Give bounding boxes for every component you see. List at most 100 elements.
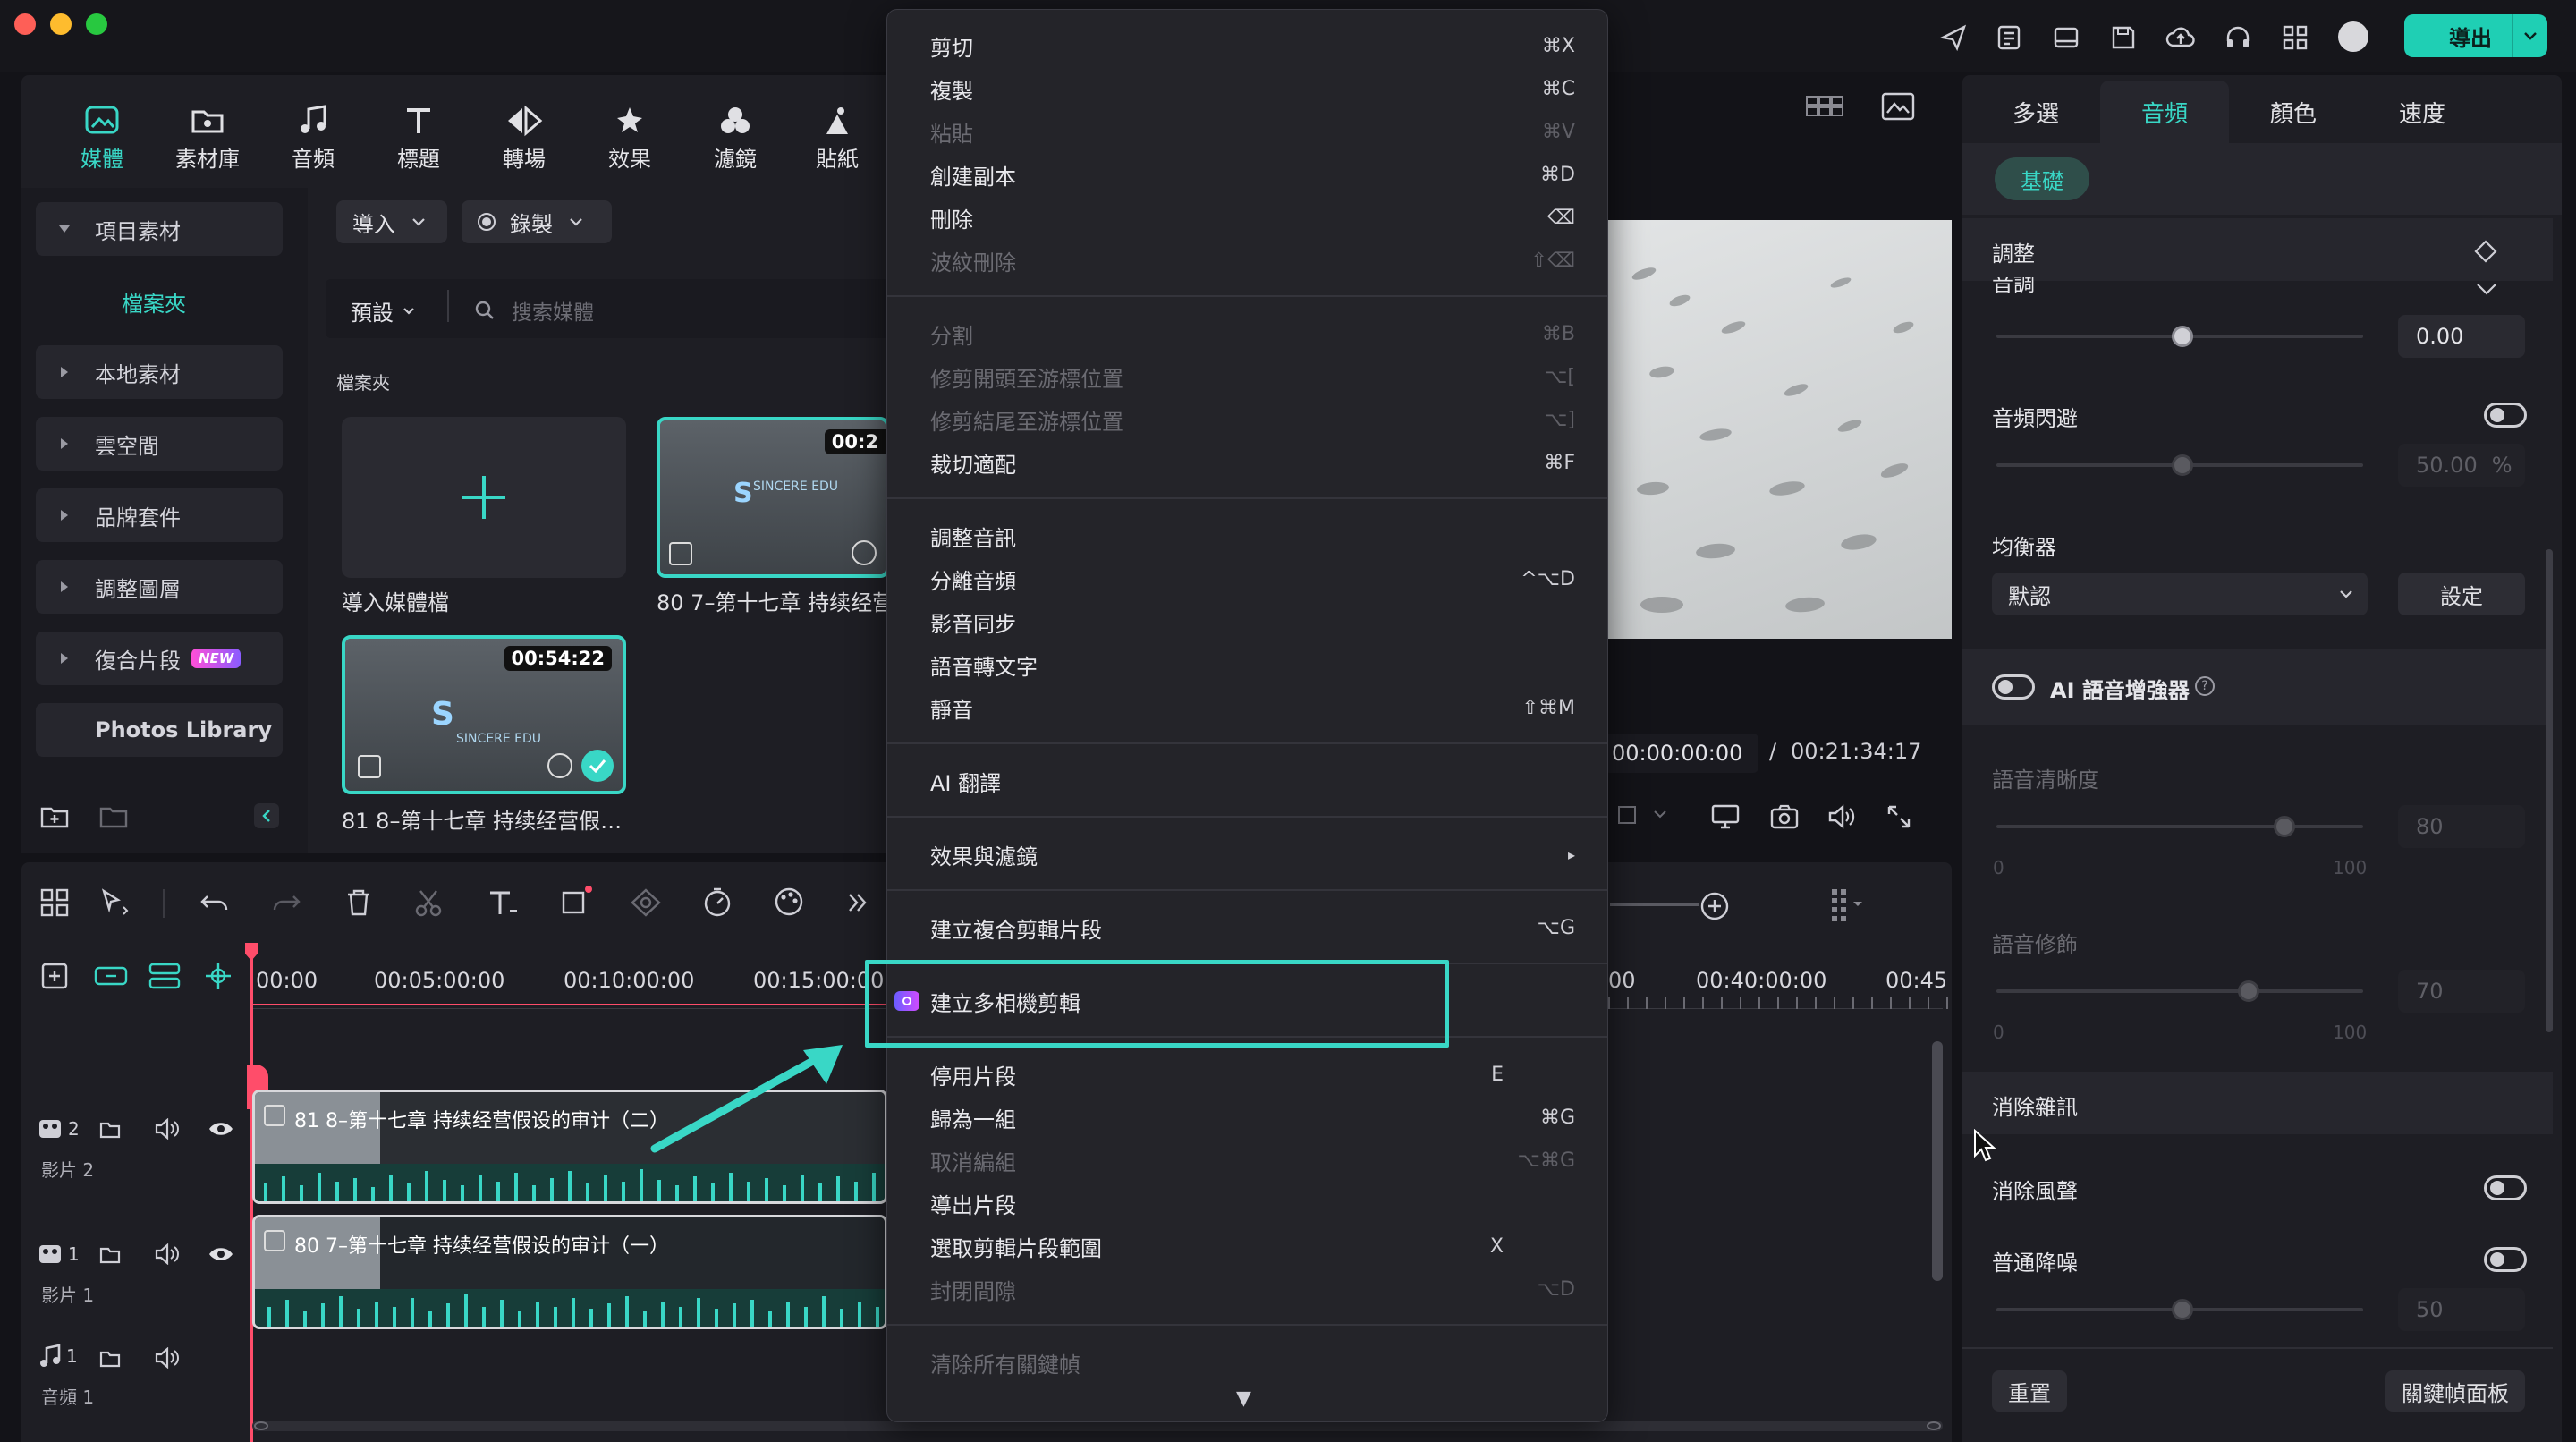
mask-tool-icon[interactable]: [630, 887, 662, 918]
grid-apps-icon[interactable]: [2279, 21, 2311, 54]
menu-item-close-gap[interactable]: 封閉間隙 ⌥D: [930, 1268, 1575, 1310]
crop-icon[interactable]: [1615, 803, 1669, 827]
layout-switch-icon[interactable]: [39, 887, 70, 918]
keyframe-diamond-icon[interactable]: [2474, 240, 2497, 263]
grid-view-icon[interactable]: [1805, 93, 1844, 120]
menu-item-copy[interactable]: 複製 ⌘C: [930, 68, 1575, 109]
beautify-value[interactable]: 70: [2398, 970, 2525, 1013]
menu-item-ripple-delete[interactable]: 波紋刪除 ⇧⌫: [930, 240, 1575, 281]
menu-item-trim-end[interactable]: 修剪結尾至游標位置 ⌥]: [930, 399, 1575, 440]
import-media-card[interactable]: [342, 417, 626, 578]
equalizer-select[interactable]: 默認: [1992, 573, 2368, 615]
maximize-window-button[interactable]: [86, 13, 107, 35]
text-tool-icon[interactable]: [487, 887, 519, 918]
wind-removal-toggle[interactable]: [2484, 1175, 2527, 1200]
tab-multi-select[interactable]: 多選: [1971, 81, 2100, 143]
add-track-icon[interactable]: [39, 961, 72, 991]
menu-item-select-clip-range[interactable]: 選取剪輯片段範圍 X: [930, 1226, 1575, 1267]
close-window-button[interactable]: [14, 13, 36, 35]
menu-item-mute[interactable]: 靜音 ⇧⌘M: [930, 687, 1575, 728]
clarity-slider[interactable]: [1996, 816, 2363, 837]
redo-icon[interactable]: [270, 889, 302, 916]
sidebar-item-adjustment-layer[interactable]: 調整圖層: [36, 560, 283, 614]
crop-tool-icon[interactable]: [558, 884, 594, 918]
export-dropdown[interactable]: [2512, 14, 2547, 57]
preset-dropdown[interactable]: 預設: [351, 295, 415, 327]
menu-item-clear-keyframes[interactable]: 清除所有關鍵幀: [930, 1342, 1575, 1383]
undo-icon[interactable]: [199, 889, 231, 916]
tab-speed[interactable]: 速度: [2358, 81, 2487, 143]
record-dropdown[interactable]: 錄製: [462, 200, 612, 243]
eye-icon[interactable]: [208, 1245, 234, 1263]
split-icon[interactable]: [413, 887, 444, 918]
menu-item-create-compound-clip[interactable]: 建立複合剪輯片段 ⌥G: [930, 907, 1575, 948]
display-icon[interactable]: [1710, 803, 1741, 830]
menu-item-export-clip[interactable]: 導出片段: [930, 1183, 1575, 1224]
subtab-basic[interactable]: 基礎: [1995, 157, 2089, 200]
task-list-icon[interactable]: [1993, 21, 2025, 54]
tool-transition[interactable]: 轉場: [481, 100, 567, 181]
menu-item-av-sync[interactable]: 影音同步: [930, 601, 1575, 642]
sidebar-item-photos-library[interactable]: Photos Library: [36, 703, 283, 757]
track-volume-icon[interactable]: [154, 1118, 181, 1140]
tool-stickers[interactable]: 貼紙: [798, 100, 877, 181]
menu-scroll-down-icon[interactable]: ▼: [1236, 1387, 1251, 1410]
menu-item-paste[interactable]: 粘貼 ⌘V: [930, 111, 1575, 152]
timeline-clip-video-1[interactable]: 80 7–第十七章 持续经营假设的审计（一）: [252, 1215, 887, 1329]
menu-item-delete[interactable]: 刪除 ⌫: [930, 197, 1575, 238]
menu-item-crop-fit[interactable]: 裁切適配 ⌘F: [930, 442, 1575, 483]
search-input[interactable]: 搜索媒體: [474, 295, 594, 326]
sidebar-item-folder[interactable]: 檔案夾: [122, 286, 186, 318]
export-button[interactable]: 導出: [2404, 14, 2547, 57]
layout-icon[interactable]: [2050, 21, 2082, 54]
image-icon[interactable]: [1880, 91, 1916, 122]
track-volume-icon[interactable]: [154, 1347, 181, 1369]
equalizer-settings-button[interactable]: 設定: [2398, 573, 2525, 615]
menu-item-detach-audio[interactable]: 分離音頻 ^⌥D: [930, 558, 1575, 599]
color-icon[interactable]: [773, 886, 805, 918]
beautify-slider[interactable]: [1996, 980, 2363, 1002]
cloud-upload-icon[interactable]: [2165, 21, 2197, 54]
send-icon[interactable]: [1937, 21, 1970, 54]
tool-title[interactable]: 標題: [376, 100, 462, 181]
lock-track-icon[interactable]: [98, 1243, 122, 1265]
tool-library[interactable]: 素材庫: [165, 100, 250, 181]
menu-item-adjust-audio[interactable]: 調整音訊: [930, 515, 1575, 556]
normal-denoise-value[interactable]: 50: [2398, 1288, 2525, 1331]
magnet-icon[interactable]: [147, 961, 182, 991]
tool-media[interactable]: 媒體: [59, 100, 145, 181]
sidebar-item-local-media[interactable]: 本地素材: [36, 345, 283, 399]
ducking-value[interactable]: 50.00 %: [2398, 444, 2525, 487]
lock-track-icon[interactable]: [98, 1118, 122, 1140]
eye-icon[interactable]: [208, 1120, 234, 1138]
sidebar-item-cloud[interactable]: 雲空間: [36, 417, 283, 471]
normal-denoise-toggle[interactable]: [2484, 1247, 2527, 1272]
select-tool-icon[interactable]: [98, 887, 132, 918]
menu-item-ungroup[interactable]: 取消編組 ⌥⌘G: [930, 1140, 1575, 1181]
menu-item-effects-filters[interactable]: 效果與濾鏡 ▸: [930, 834, 1575, 875]
reset-button[interactable]: 重置: [1992, 1370, 2067, 1412]
ducking-slider[interactable]: [1996, 454, 2363, 476]
sidebar-item-project-media[interactable]: 項目素材: [36, 202, 283, 256]
menu-item-ai-translate[interactable]: AI 翻譯: [930, 760, 1575, 802]
snapshot-icon[interactable]: [1769, 803, 1800, 830]
import-dropdown[interactable]: 導入: [336, 200, 447, 243]
menu-item-cut[interactable]: 剪切 ⌘X: [930, 25, 1575, 66]
speed-icon[interactable]: [701, 886, 733, 918]
zoom-in-icon[interactable]: [1699, 891, 1730, 921]
avatar[interactable]: [2338, 21, 2368, 52]
menu-item-duplicate[interactable]: 創建副本 ⌘D: [930, 154, 1575, 195]
preview-video-frame[interactable]: [1608, 220, 1952, 639]
keyframe-panel-button[interactable]: 關鍵幀面板: [2385, 1370, 2525, 1412]
ai-enhancer-toggle[interactable]: [1992, 674, 2035, 700]
help-icon[interactable]: ?: [2195, 676, 2215, 696]
normal-denoise-slider[interactable]: [1996, 1299, 2363, 1320]
track-layout-icon[interactable]: [1828, 886, 1864, 921]
tool-audio[interactable]: 音頻: [270, 100, 356, 181]
collapse-sidebar-button[interactable]: [254, 803, 279, 828]
tool-filters[interactable]: 濾鏡: [692, 100, 778, 181]
new-folder-icon[interactable]: [39, 803, 70, 830]
remove-folder-icon[interactable]: [98, 803, 129, 830]
menu-item-disable-clip[interactable]: 停用片段 E: [930, 1054, 1575, 1095]
delete-icon[interactable]: [343, 887, 374, 918]
